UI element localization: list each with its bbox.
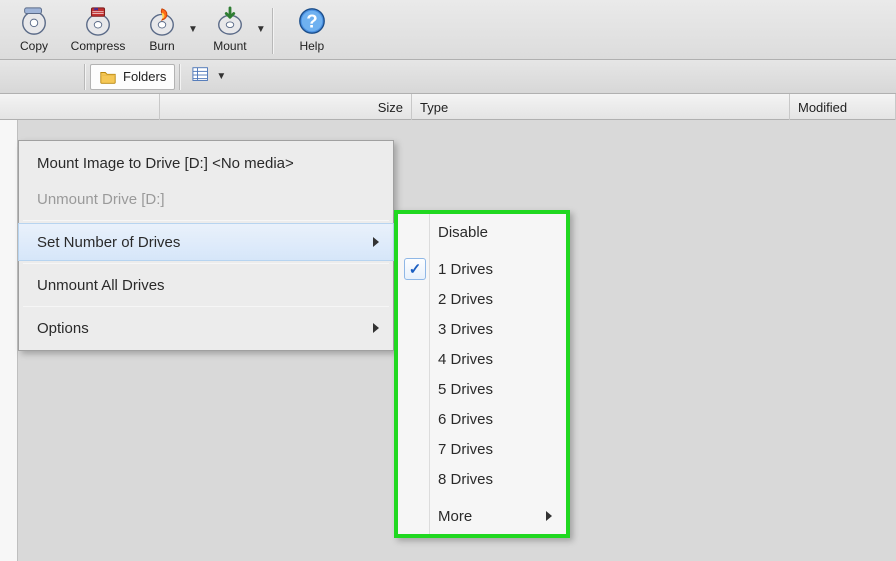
menu-label: Mount Image to Drive [D:] <No media>: [37, 155, 294, 172]
menu-label: 3 Drives: [438, 321, 493, 338]
column-header-row: Size Type Modified: [0, 94, 896, 120]
folder-icon: [99, 68, 117, 86]
menu-set-number-of-drives[interactable]: Set Number of Drives: [19, 224, 393, 260]
menu-separator: [23, 220, 389, 221]
submenu-6-drives[interactable]: 6 Drives: [398, 404, 566, 434]
menu-options[interactable]: Options: [19, 310, 393, 346]
menu-label: 8 Drives: [438, 471, 493, 488]
mount-button[interactable]: Mount: [198, 4, 262, 58]
mount-dropdown-caret[interactable]: ▼: [256, 24, 266, 35]
menu-label: 5 Drives: [438, 381, 493, 398]
views-button[interactable]: ▼: [185, 64, 233, 90]
menu-unmount-drive: Unmount Drive [D:]: [19, 181, 393, 217]
folder-tree-edge: [0, 120, 18, 561]
help-icon: ?: [296, 5, 328, 37]
copy-icon: [18, 5, 50, 37]
compress-button[interactable]: Compress: [66, 4, 130, 58]
help-button[interactable]: ? Help: [280, 4, 344, 58]
burn-button[interactable]: Burn: [130, 4, 194, 58]
mount-context-menu: Mount Image to Drive [D:] <No media> Unm…: [18, 140, 394, 351]
submenu-7-drives[interactable]: 7 Drives: [398, 434, 566, 464]
menu-label: Unmount All Drives: [37, 277, 165, 294]
column-header-name[interactable]: [0, 94, 160, 120]
menu-separator: [23, 306, 389, 307]
chevron-down-icon: ▼: [216, 71, 226, 82]
toolbar-label: Mount: [213, 39, 246, 53]
menu-label: 4 Drives: [438, 351, 493, 368]
submenu-disable[interactable]: Disable: [398, 217, 566, 247]
drives-submenu: Disable ✓ 1 Drives 2 Drives 3 Drives 4 D…: [394, 210, 570, 538]
submenu-5-drives[interactable]: 5 Drives: [398, 374, 566, 404]
toolbar-label: Help: [299, 39, 324, 53]
submenu-4-drives[interactable]: 4 Drives: [398, 344, 566, 374]
menu-label: Unmount Drive [D:]: [37, 191, 165, 208]
submenu-more[interactable]: More: [398, 501, 566, 531]
toolbar-label: Compress: [71, 39, 126, 53]
nav-placeholder: [4, 64, 80, 90]
mount-icon: [214, 5, 246, 37]
menu-label: 2 Drives: [438, 291, 493, 308]
menu-label: More: [438, 508, 472, 525]
copy-button[interactable]: Copy: [2, 4, 66, 58]
menu-label: 7 Drives: [438, 441, 493, 458]
column-header-modified[interactable]: Modified: [790, 94, 896, 120]
column-header-type[interactable]: Type: [412, 94, 790, 120]
column-header-size[interactable]: Size: [160, 94, 412, 120]
menu-label: 6 Drives: [438, 411, 493, 428]
submenu-arrow-icon: [546, 511, 552, 521]
toolbar-label: Copy: [20, 39, 48, 53]
toolbar-separator: [272, 8, 274, 54]
folders-label: Folders: [123, 69, 166, 84]
secbar-separator: [84, 64, 86, 90]
menu-mount-image[interactable]: Mount Image to Drive [D:] <No media>: [19, 145, 393, 181]
submenu-8-drives[interactable]: 8 Drives: [398, 464, 566, 494]
menu-label: 1 Drives: [438, 261, 493, 278]
views-icon: [192, 66, 212, 87]
submenu-2-drives[interactable]: 2 Drives: [398, 284, 566, 314]
svg-text:?: ?: [306, 11, 317, 32]
secbar-separator: [179, 64, 181, 90]
toolbar-label: Burn: [149, 39, 174, 53]
compress-icon: [82, 5, 114, 37]
menu-label: Disable: [438, 224, 488, 241]
burn-icon: [146, 5, 178, 37]
menu-separator: [23, 263, 389, 264]
check-icon: ✓: [404, 258, 426, 280]
submenu-arrow-icon: [373, 323, 379, 333]
menu-unmount-all-drives[interactable]: Unmount All Drives: [19, 267, 393, 303]
submenu-arrow-icon: [373, 237, 379, 247]
submenu-1-drives[interactable]: ✓ 1 Drives: [398, 254, 566, 284]
submenu-3-drives[interactable]: 3 Drives: [398, 314, 566, 344]
secondary-toolbar: Folders ▼: [0, 60, 896, 94]
menu-label: Options: [37, 320, 89, 337]
main-toolbar: Copy Compress Burn: [0, 0, 896, 60]
folders-button[interactable]: Folders: [90, 64, 175, 90]
menu-label: Set Number of Drives: [37, 234, 180, 251]
burn-dropdown-caret[interactable]: ▼: [188, 24, 198, 35]
